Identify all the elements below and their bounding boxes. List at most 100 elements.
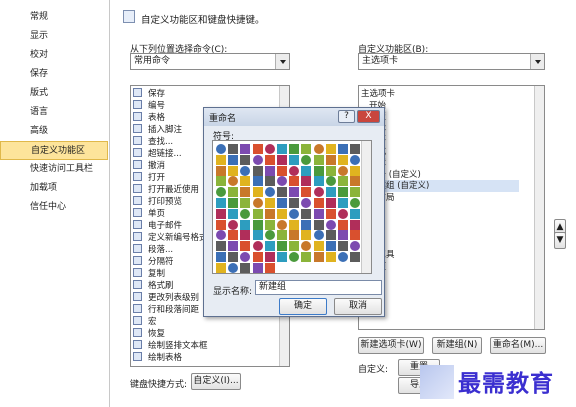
- symbol-icon[interactable]: [289, 144, 300, 154]
- command-item[interactable]: 编号: [133, 100, 165, 112]
- symbol-icon[interactable]: [338, 208, 348, 219]
- close-button[interactable]: X: [357, 110, 380, 123]
- symbol-icon[interactable]: [252, 241, 263, 252]
- symbol-icon[interactable]: [228, 241, 239, 252]
- symbol-icon[interactable]: [301, 165, 312, 176]
- command-item[interactable]: 宏: [133, 316, 157, 328]
- symbol-icon[interactable]: [216, 241, 226, 252]
- symbol-icon[interactable]: [228, 154, 239, 165]
- symbol-icon[interactable]: [228, 165, 239, 176]
- symbol-icon[interactable]: [338, 198, 348, 208]
- nav-item[interactable]: 校对: [0, 46, 108, 65]
- chevron-down-icon[interactable]: [530, 54, 544, 69]
- symbol-icon[interactable]: [240, 144, 251, 154]
- symbol-icon[interactable]: [228, 176, 239, 187]
- help-button[interactable]: ?: [338, 110, 355, 123]
- symbol-icon[interactable]: [325, 241, 336, 252]
- symbol-icon[interactable]: [264, 219, 275, 230]
- symbol-icon[interactable]: [216, 176, 226, 187]
- symbol-icon[interactable]: [289, 154, 300, 165]
- symbol-icon[interactable]: [264, 154, 275, 165]
- symbol-icon[interactable]: [216, 165, 226, 176]
- symbol-icon[interactable]: [350, 230, 361, 241]
- symbol-icon[interactable]: [325, 154, 336, 165]
- nav-item[interactable]: 显示: [0, 27, 108, 46]
- symbol-icon[interactable]: [313, 208, 324, 219]
- symbol-icon[interactable]: [264, 144, 275, 154]
- symbol-icon[interactable]: [338, 154, 348, 165]
- symbol-icon[interactable]: [325, 208, 336, 219]
- choose-commands-combo[interactable]: 常用命令: [130, 53, 290, 70]
- command-item[interactable]: 分隔符: [133, 256, 174, 268]
- symbol-icon[interactable]: [240, 198, 251, 208]
- symbol-icon[interactable]: [264, 241, 275, 252]
- symbol-icon[interactable]: [264, 187, 275, 198]
- symbol-icon[interactable]: [252, 176, 263, 187]
- symbol-icon[interactable]: [338, 219, 348, 230]
- symbol-icon[interactable]: [252, 144, 263, 154]
- ribbon-tree[interactable]: 主选项卡开始贴板字体段落样式编辑项卡 (自定义)新建组 (自定义)面布局用件阅图…: [358, 85, 545, 330]
- symbol-icon[interactable]: [277, 187, 287, 198]
- symbol-icon[interactable]: [252, 187, 263, 198]
- symbol-icon[interactable]: [277, 208, 287, 219]
- symbol-icon[interactable]: [240, 165, 251, 176]
- command-item[interactable]: 定义新编号格式: [133, 232, 208, 244]
- symbol-icon[interactable]: [277, 230, 287, 241]
- symbol-icon[interactable]: [240, 187, 251, 198]
- symbol-icon[interactable]: [301, 219, 312, 230]
- symbol-icon[interactable]: [313, 219, 324, 230]
- symbol-icon[interactable]: [338, 230, 348, 241]
- symbol-icon[interactable]: [216, 198, 226, 208]
- command-item[interactable]: 撤消: [133, 160, 165, 172]
- symbol-icon[interactable]: [313, 187, 324, 198]
- symbol-icon[interactable]: [325, 230, 336, 241]
- symbol-icon[interactable]: [228, 252, 239, 262]
- symbol-icon[interactable]: [289, 176, 300, 187]
- symbol-grid-scrollbar[interactable]: [361, 141, 371, 273]
- command-item[interactable]: 打印预览: [133, 196, 182, 208]
- new-group-button[interactable]: 新建组(N): [432, 337, 482, 354]
- symbol-icon[interactable]: [313, 176, 324, 187]
- symbol-icon[interactable]: [216, 187, 226, 198]
- command-item[interactable]: 格式刷: [133, 280, 174, 292]
- symbol-icon[interactable]: [240, 252, 251, 262]
- symbol-icon[interactable]: [289, 230, 300, 241]
- nav-item[interactable]: 语言: [0, 103, 108, 122]
- symbol-icon[interactable]: [325, 144, 336, 154]
- symbol-icon[interactable]: [216, 208, 226, 219]
- symbol-icon[interactable]: [228, 262, 239, 273]
- nav-item[interactable]: 快速访问工具栏: [0, 160, 108, 179]
- symbol-icon[interactable]: [338, 176, 348, 187]
- symbol-icon[interactable]: [277, 176, 287, 187]
- symbol-icon[interactable]: [301, 144, 312, 154]
- symbol-icon[interactable]: [301, 230, 312, 241]
- symbol-icon[interactable]: [338, 165, 348, 176]
- symbol-icon[interactable]: [350, 219, 361, 230]
- rename-button[interactable]: 重命名(M)...: [490, 337, 546, 354]
- command-item[interactable]: 绘制竖排文本框: [133, 340, 208, 352]
- symbol-icon[interactable]: [350, 198, 361, 208]
- symbol-icon[interactable]: [277, 252, 287, 262]
- symbol-icon[interactable]: [252, 230, 263, 241]
- symbol-icon[interactable]: [325, 219, 336, 230]
- symbol-icon[interactable]: [350, 187, 361, 198]
- nav-item[interactable]: 高级: [0, 122, 108, 141]
- symbol-icon[interactable]: [350, 144, 361, 154]
- symbol-icon[interactable]: [313, 230, 324, 241]
- nav-item[interactable]: 信任中心: [0, 198, 108, 217]
- symbol-icon[interactable]: [240, 208, 251, 219]
- symbol-icon[interactable]: [216, 219, 226, 230]
- nav-item[interactable]: 自定义功能区: [0, 141, 108, 160]
- command-item[interactable]: 插入脚注: [133, 124, 182, 136]
- symbol-icon[interactable]: [240, 262, 251, 273]
- symbol-icon[interactable]: [264, 230, 275, 241]
- symbol-icon[interactable]: [240, 219, 251, 230]
- nav-item[interactable]: 常规: [0, 8, 108, 27]
- symbol-icon[interactable]: [264, 208, 275, 219]
- symbol-icon[interactable]: [216, 154, 226, 165]
- symbol-icon[interactable]: [325, 252, 336, 262]
- symbol-icon[interactable]: [289, 208, 300, 219]
- symbol-icon[interactable]: [240, 230, 251, 241]
- ribbon-tree-item[interactable]: 主选项卡: [361, 88, 395, 100]
- symbol-icon[interactable]: [313, 241, 324, 252]
